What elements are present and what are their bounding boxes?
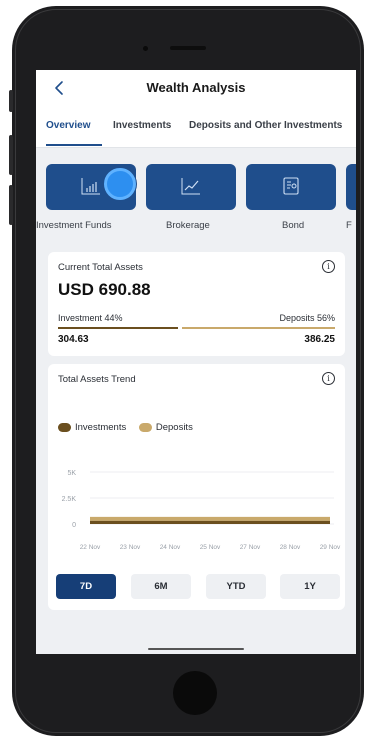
touch-indicator [104, 168, 136, 200]
legend-swatch [58, 422, 71, 432]
chart-legend: Investments Deposits [58, 422, 203, 433]
side-button-mute [9, 90, 13, 112]
legend-item-deposits: Deposits [138, 422, 193, 433]
line-chart-icon [181, 178, 200, 195]
earpiece-speaker [170, 46, 206, 50]
category-partial[interactable]: F [346, 164, 356, 231]
card-label: Current Total Assets [58, 262, 143, 273]
tab-bar: Overview Investments Deposits and Other … [36, 106, 356, 148]
category-tile[interactable] [246, 164, 336, 210]
bar-chart-icon [81, 178, 100, 195]
x-tick-label: 23 Nov [120, 544, 141, 551]
trend-chart: 5K 2.5K 0 22 Nov 23 Nov 24 Nov 25 Nov 27 Nov 28 … [62, 470, 341, 551]
side-button-volume-down [9, 185, 13, 225]
y-tick-label: 2.5K [62, 496, 77, 503]
total-assets-amount: USD 690.88 [58, 280, 151, 299]
side-button-volume-up [9, 135, 13, 175]
page-title: Wealth Analysis [146, 80, 246, 95]
investment-value: 304.63 [58, 334, 89, 345]
deposits-share-label: Deposits 56% [279, 313, 335, 323]
legend-label: Deposits [155, 422, 193, 433]
info-icon[interactable]: i [322, 260, 335, 273]
current-assets-card: Current Total Assets i USD 690.88 Invest… [48, 252, 345, 356]
range-selector: 7D 6M YTD 1Y [56, 574, 340, 600]
tab-deposits-and-other-investments[interactable]: Deposits and Other Investments [189, 120, 342, 131]
x-tick-label: 25 Nov [200, 544, 221, 551]
x-tick-label: 28 Nov [280, 544, 301, 551]
category-label: Investment Funds [36, 220, 112, 231]
legend-item-investments: Investments [58, 422, 126, 433]
front-camera [143, 46, 148, 51]
active-tab-indicator [46, 144, 102, 146]
category-tile[interactable] [346, 164, 356, 210]
home-indicator-bar [148, 648, 244, 650]
info-icon[interactable]: i [322, 372, 335, 385]
range-button-6m[interactable]: 6M [131, 574, 191, 599]
category-investment-funds[interactable]: Investment Funds [36, 164, 136, 231]
top-bar: Wealth Analysis [36, 70, 356, 106]
legend-label: Investments [75, 422, 127, 433]
x-tick-label: 29 Nov [320, 544, 341, 551]
tab-overview[interactable]: Overview [46, 120, 90, 131]
x-tick-label: 27 Nov [240, 544, 261, 551]
tab-investments[interactable]: Investments [113, 120, 171, 131]
range-button-ytd[interactable]: YTD [206, 574, 266, 599]
deposits-share-bar [182, 327, 335, 329]
y-tick-label: 5K [67, 470, 76, 477]
app-screen: Wealth Analysis Overview Investments Dep… [36, 70, 356, 654]
category-label: Bond [282, 220, 305, 231]
home-button[interactable] [173, 671, 217, 715]
deposits-value: 386.25 [304, 334, 335, 345]
deposits-area [90, 516, 330, 521]
range-button-1y[interactable]: 1Y [280, 574, 340, 599]
category-tile[interactable] [146, 164, 236, 210]
investment-share-label: Investment 44% [58, 313, 123, 323]
assets-trend-card: Total Assets Trend i Investments Deposit… [48, 364, 345, 610]
x-tick-label: 22 Nov [80, 544, 101, 551]
category-label: F [346, 220, 352, 231]
category-carousel: Investment Funds Brokerage Bond F [36, 148, 356, 238]
category-tile[interactable] [46, 164, 136, 210]
bond-document-icon [283, 177, 299, 195]
investment-share-bar [58, 327, 178, 329]
range-button-7d[interactable]: 7D [56, 574, 116, 599]
x-tick-label: 24 Nov [160, 544, 181, 551]
card-label: Total Assets Trend [58, 374, 136, 385]
category-label: Brokerage [166, 220, 210, 231]
investments-area [90, 520, 330, 524]
category-bond[interactable]: Bond [246, 164, 336, 231]
legend-swatch [138, 422, 152, 432]
category-brokerage[interactable]: Brokerage [146, 164, 236, 231]
y-tick-label: 0 [72, 522, 76, 529]
